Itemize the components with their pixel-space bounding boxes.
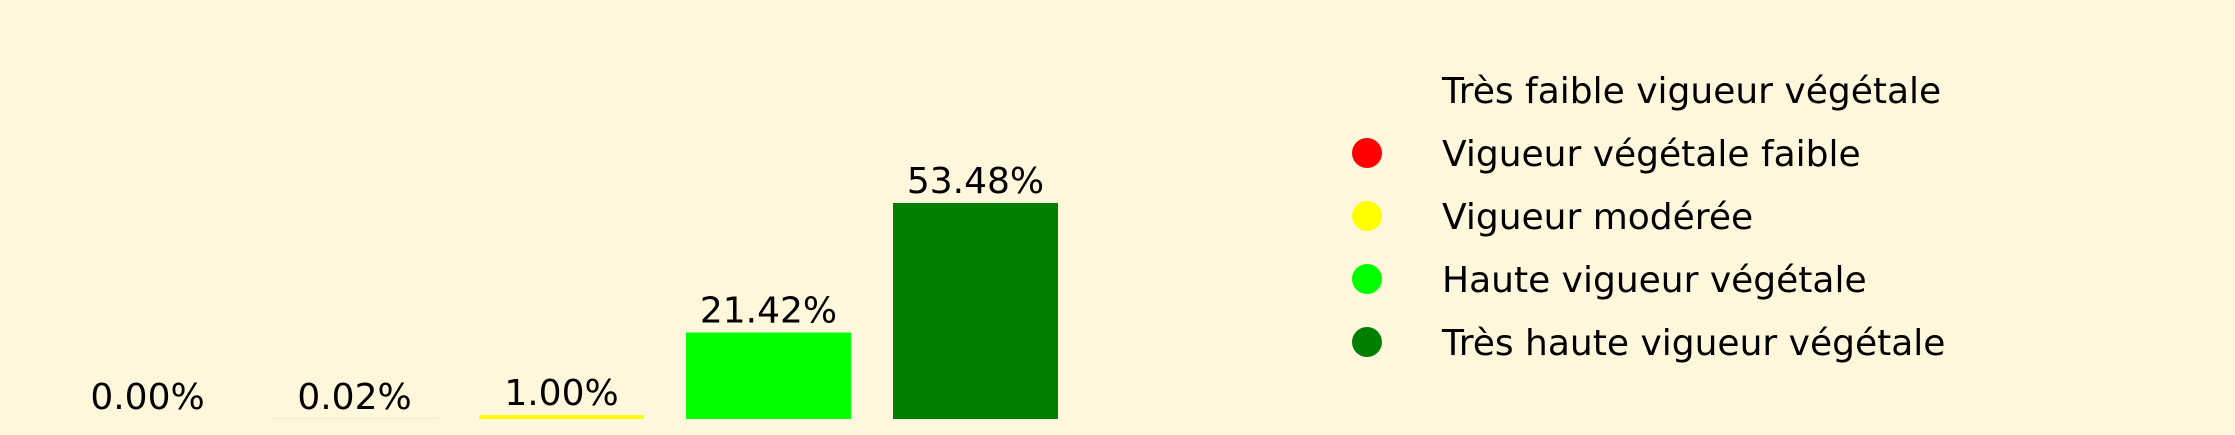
legend-marker-4 — [1352, 264, 1382, 294]
bar-4 — [686, 332, 851, 419]
legend-label-1: Très faible vigueur végétale — [1441, 71, 1941, 112]
legend-marker-2 — [1352, 138, 1382, 168]
legend-label-3: Vigueur modérée — [1442, 197, 1753, 238]
chart-background — [0, 0, 2235, 435]
legend-marker-5 — [1352, 327, 1382, 357]
legend-label-2: Vigueur végétale faible — [1442, 134, 1861, 175]
legend-marker-3 — [1352, 201, 1382, 231]
bar-value-label-4: 21.42% — [700, 290, 837, 331]
legend-label-4: Haute vigueur végétale — [1442, 260, 1867, 301]
bar-value-label-5: 53.48% — [907, 161, 1044, 202]
bar-3 — [479, 414, 644, 419]
chart: 0.00% 0.02% 1.00% 21.42% 53.48% Très faible … — [0, 0, 2235, 435]
bar-5 — [893, 203, 1058, 419]
legend-item-1: Très faible vigueur végétale — [1441, 71, 1941, 112]
legend-label-5: Très haute vigueur végétale — [1441, 323, 1945, 364]
bar-value-label-2: 0.02% — [297, 377, 411, 418]
bar-value-label-3: 1.00% — [504, 373, 618, 414]
bar-value-label-1: 0.00% — [90, 377, 204, 418]
